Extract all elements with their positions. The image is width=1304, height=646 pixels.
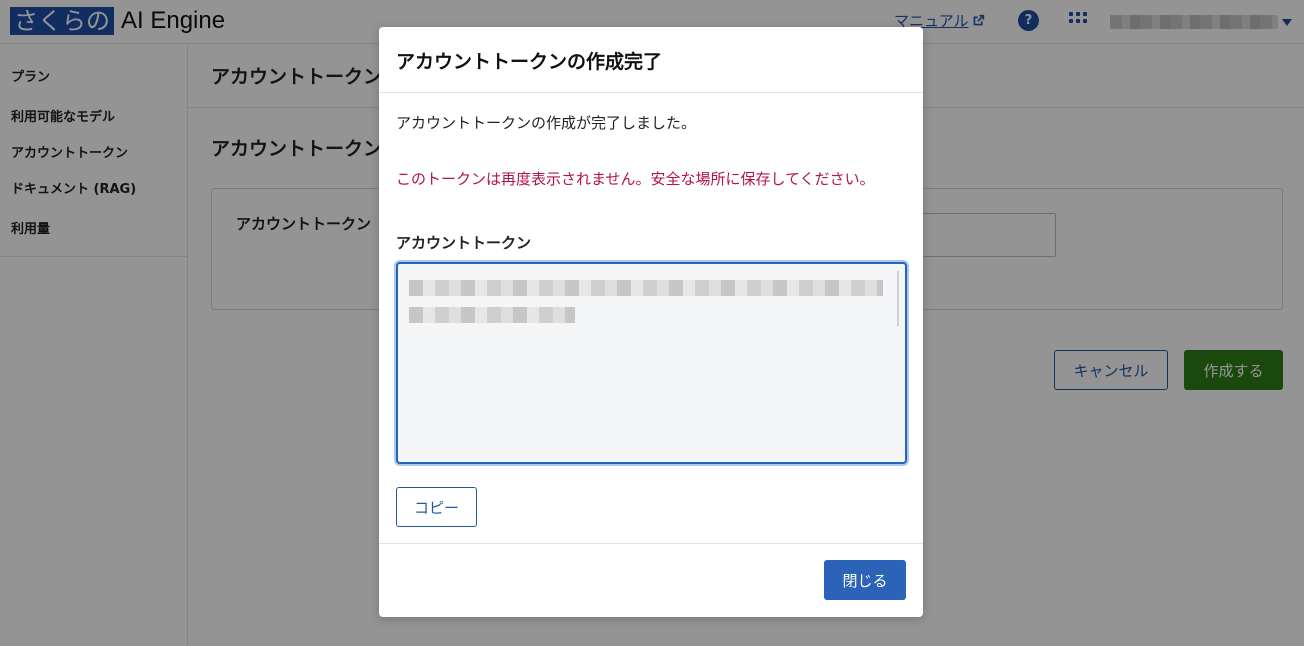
dialog-footer-divider bbox=[379, 543, 923, 544]
dialog-message: アカウントトークンの作成が完了しました。 bbox=[396, 114, 697, 132]
close-button[interactable]: 閉じる bbox=[824, 560, 906, 600]
dialog-title: アカウントトークンの作成完了 bbox=[396, 51, 663, 73]
token-label: アカウントトークン bbox=[396, 234, 532, 252]
dialog-warning: このトークンは再度表示されません。安全な場所に保存してください。 bbox=[396, 170, 875, 188]
copy-button[interactable]: コピー bbox=[396, 487, 477, 527]
token-created-dialog: アカウントトークンの作成完了 アカウントトークンの作成が完了しました。 このトー… bbox=[379, 27, 923, 617]
token-value-redacted bbox=[409, 307, 575, 323]
token-value-redacted bbox=[409, 280, 883, 296]
token-scrollbar[interactable] bbox=[897, 271, 899, 326]
dialog-header-divider bbox=[379, 92, 923, 93]
